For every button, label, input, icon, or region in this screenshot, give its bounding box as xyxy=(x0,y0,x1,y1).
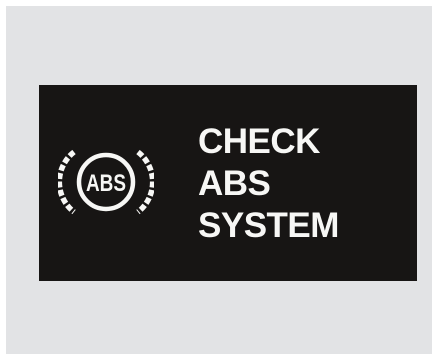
abs-warning-icon: ABS xyxy=(58,149,154,215)
message-line-3: SYSTEM xyxy=(198,206,339,245)
message-line-1: CHECK xyxy=(198,122,320,161)
left-brake-pad-arc xyxy=(58,149,76,215)
message-line-2: ABS xyxy=(198,164,271,203)
abs-icon-label: ABS xyxy=(86,170,126,197)
right-brake-pad-arc xyxy=(136,149,154,215)
warning-message: CHECK ABS SYSTEM xyxy=(198,121,339,247)
image-frame: ABS CHECK ABS SYSTEM xyxy=(0,0,438,360)
